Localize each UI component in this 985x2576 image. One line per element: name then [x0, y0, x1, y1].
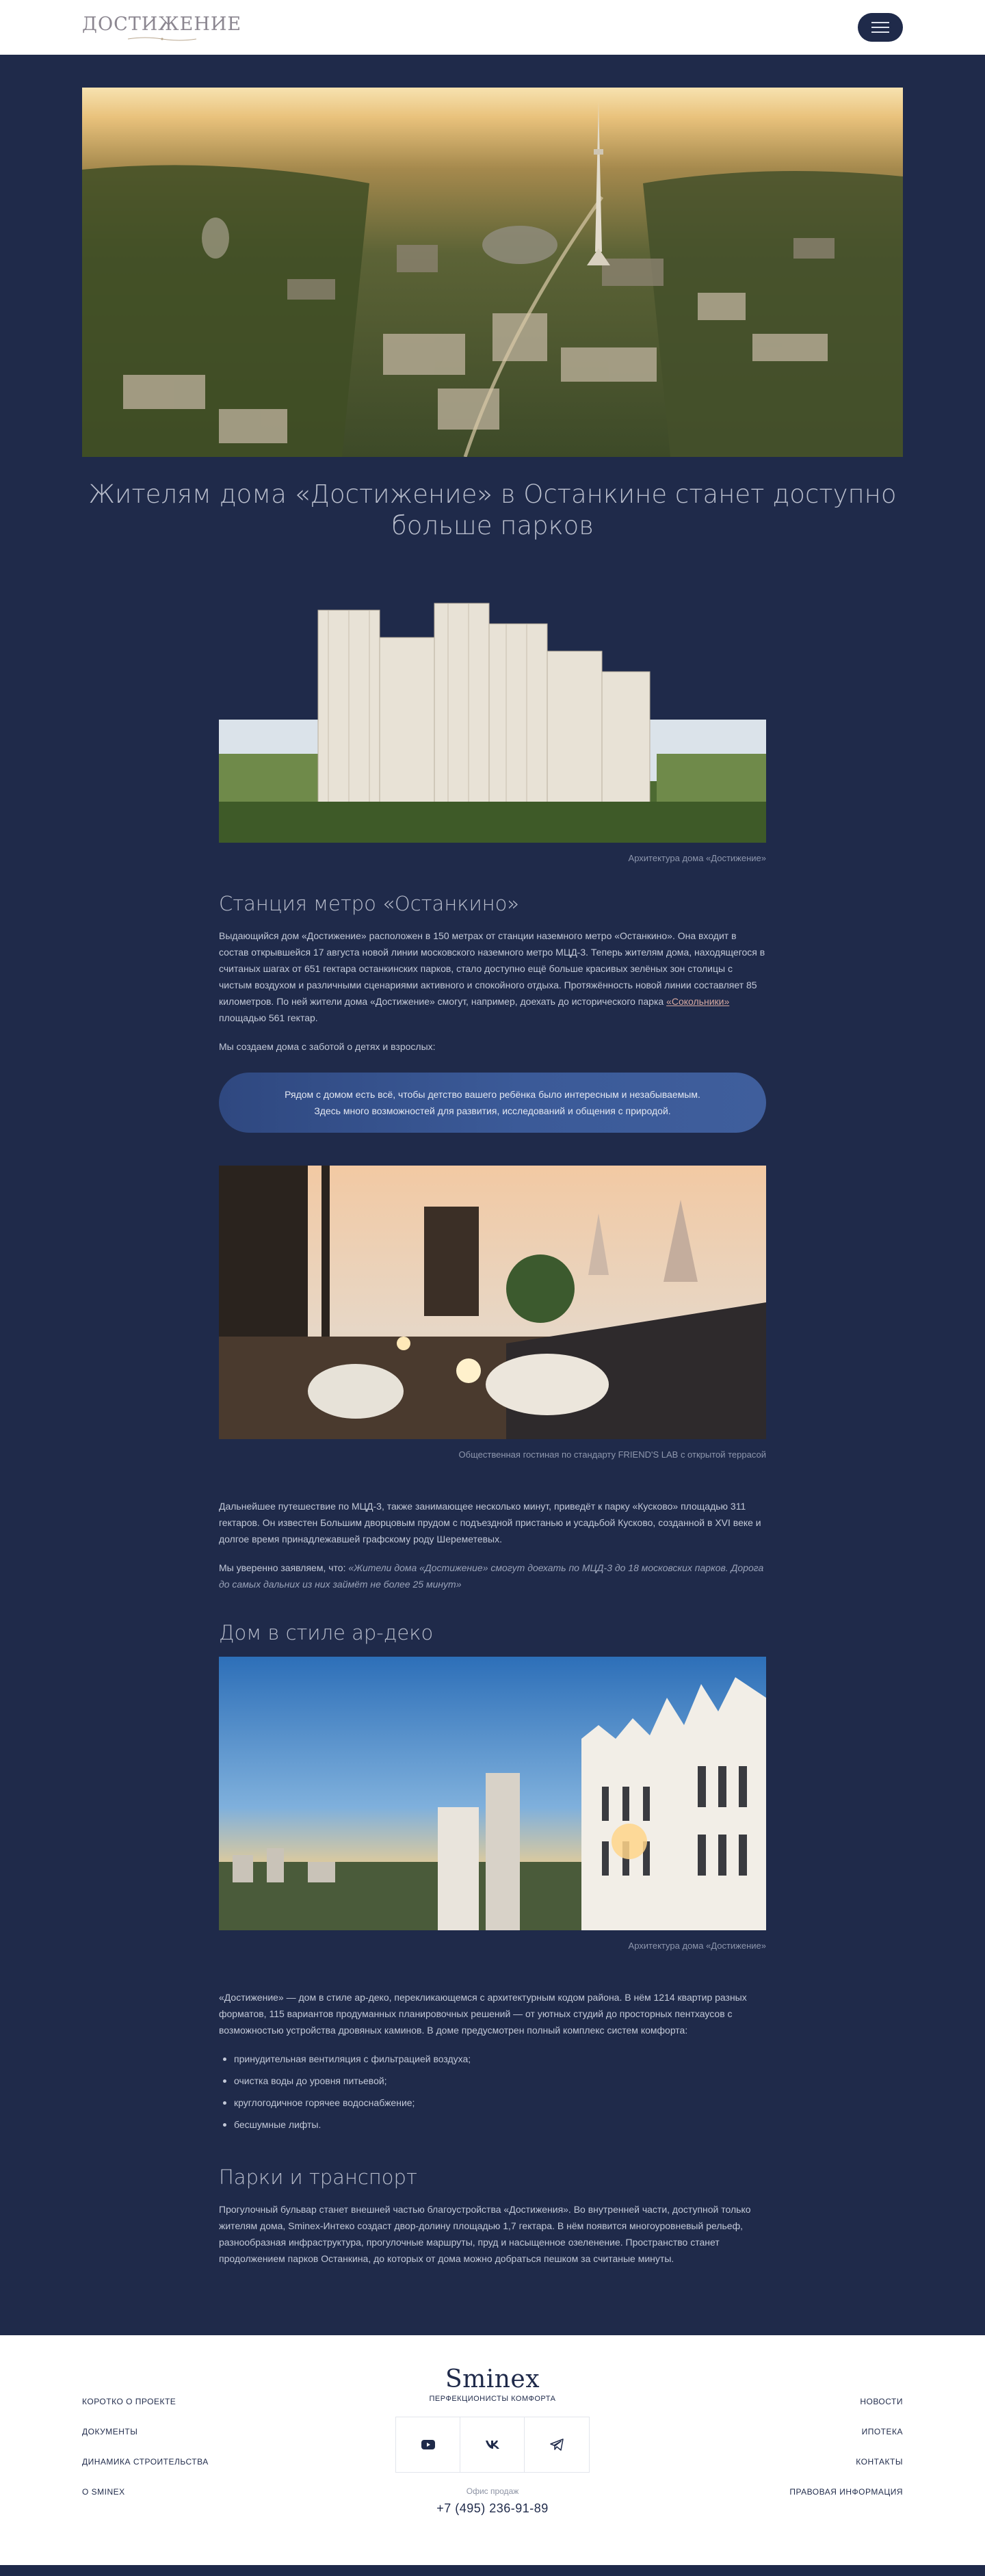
hero-image	[82, 88, 903, 457]
youtube-button[interactable]	[396, 2417, 460, 2472]
footer-link-legal[interactable]: ПРАВОВАЯ ИНФОРМАЦИЯ	[789, 2487, 903, 2497]
figure-caption: Архитектура дома «Достижение»	[628, 853, 766, 863]
menu-button[interactable]	[858, 13, 903, 42]
figure-terrace: Общественная гостиная по стандарту FRIEN…	[219, 1166, 766, 1460]
paragraph-artdeco: «Достижение» — дом в стиле ар-деко, пере…	[219, 1992, 747, 2036]
social-links	[395, 2417, 590, 2473]
terrace-image	[219, 1166, 766, 1443]
footer-nav-left: КОРОТКО О ПРОЕКТЕ ДОКУМЕНТЫ ДИНАМИКА СТР…	[82, 2397, 209, 2497]
vk-button[interactable]	[460, 2417, 525, 2472]
paragraph-text: площадью 561 гектар.	[219, 1012, 318, 1023]
phone-link[interactable]: +7 (495) 236-91-89	[436, 2501, 549, 2516]
paragraph-parks-claim: Мы уверенно заявляем, что: «Жители дома …	[219, 1560, 766, 1592]
figure-building: Архитектура дома «Достижение»	[219, 583, 766, 863]
logo-text: ДОСТИЖЕНИЕ	[82, 13, 242, 35]
logo-ornament-icon	[127, 37, 196, 40]
callout-text: Рядом с домом есть всё, чтобы детство ва…	[285, 1086, 700, 1119]
section-heading-art-deco: Дом в стиле ар-деко	[219, 1621, 434, 1644]
list-item: очистка воды до уровня питьевой;	[219, 2073, 766, 2089]
artdeco-image	[219, 1657, 766, 1934]
footer-link-about[interactable]: КОРОТКО О ПРОЕКТЕ	[82, 2397, 209, 2406]
comfort-list: принудительная вентиляция с фильтрацией …	[219, 2051, 766, 2133]
youtube-icon	[421, 2440, 435, 2449]
article-content: Архитектура дома «Достижение» Станция ме…	[219, 583, 766, 2267]
footer-link-sminex[interactable]: О SMINEX	[82, 2487, 209, 2497]
footer-link-contacts[interactable]: КОНТАКТЫ	[856, 2457, 903, 2467]
site-footer: КОРОТКО О ПРОЕКТЕ ДОКУМЕНТЫ ДИНАМИКА СТР…	[0, 2335, 985, 2565]
article-title: Жителям дома «Достижение» в Останкине ст…	[88, 479, 897, 540]
building-illustration	[219, 583, 766, 843]
vk-icon	[485, 2441, 499, 2449]
brand-tagline: ПЕРФЕКЦИОНИСТЫ КОМФОРТА	[429, 2395, 556, 2403]
terrace-illustration	[219, 1166, 766, 1439]
list-item: бесшумные лифты.	[219, 2116, 766, 2133]
figure-artdeco: Архитектура дома «Достижение»	[219, 1657, 766, 1951]
footer-link-news[interactable]: НОВОСТИ	[860, 2397, 903, 2406]
list-item: круглогодичное горячее водоснабжение;	[219, 2094, 766, 2111]
paragraph-care: Мы создаем дома с заботой о детях и взро…	[219, 1041, 436, 1052]
site-header: ДОСТИЖЕНИЕ	[0, 0, 985, 55]
footer-nav-right: НОВОСТИ ИПОТЕКА КОНТАКТЫ ПРАВОВАЯ ИНФОРМ…	[789, 2397, 903, 2497]
link-sokolniki[interactable]: «Сокольники»	[666, 996, 729, 1007]
paragraph-boulevard: Прогулочный бульвар станет внешней часть…	[219, 2204, 751, 2264]
paragraph-kuskovo: Дальнейшее путешествие по МЦД-3, также з…	[219, 1501, 761, 1545]
building-image	[219, 583, 766, 846]
artdeco-illustration	[219, 1657, 766, 1930]
hamburger-icon	[871, 22, 889, 23]
list-item: принудительная вентиляция с фильтрацией …	[219, 2051, 766, 2067]
hamburger-icon-line	[871, 31, 889, 33]
footer-link-construction[interactable]: ДИНАМИКА СТРОИТЕЛЬСТВА	[82, 2457, 209, 2467]
paragraph-text: Мы уверенно заявляем, что:	[219, 1562, 349, 1573]
telegram-button[interactable]	[525, 2417, 589, 2472]
article-main: Жителям дома «Достижение» в Останкине ст…	[0, 55, 985, 2335]
callout-line: Рядом с домом есть всё, чтобы детство ва…	[285, 1089, 700, 1100]
footer-brand-block: Sminex ПЕРФЕКЦИОНИСТЫ КОМФОРТА Офис прод…	[395, 2365, 590, 2516]
figure-caption: Общественная гостиная по стандарту FRIEN…	[458, 1449, 766, 1460]
telegram-icon	[550, 2439, 564, 2451]
office-label: Офис продаж	[466, 2486, 519, 2496]
callout-banner: Рядом с домом есть всё, чтобы детство ва…	[219, 1073, 766, 1133]
footer-link-mortgage[interactable]: ИПОТЕКА	[862, 2427, 903, 2436]
figure-caption: Архитектура дома «Достижение»	[628, 1941, 766, 1951]
footer-link-documents[interactable]: ДОКУМЕНТЫ	[82, 2427, 209, 2436]
callout-line: Здесь много возможностей для развития, и…	[314, 1105, 671, 1116]
section-heading-metro: Станция метро «Останкино»	[219, 892, 520, 915]
hero-aerial-illustration	[82, 88, 903, 457]
brand-logo[interactable]: Sminex	[445, 2365, 540, 2393]
hamburger-icon-line	[871, 27, 889, 28]
paragraph-metro: Выдающийся дом «Достижение» расположен в…	[219, 928, 766, 1026]
section-heading-parks: Парки и транспорт	[219, 2166, 417, 2189]
site-logo[interactable]: ДОСТИЖЕНИЕ	[82, 14, 241, 42]
